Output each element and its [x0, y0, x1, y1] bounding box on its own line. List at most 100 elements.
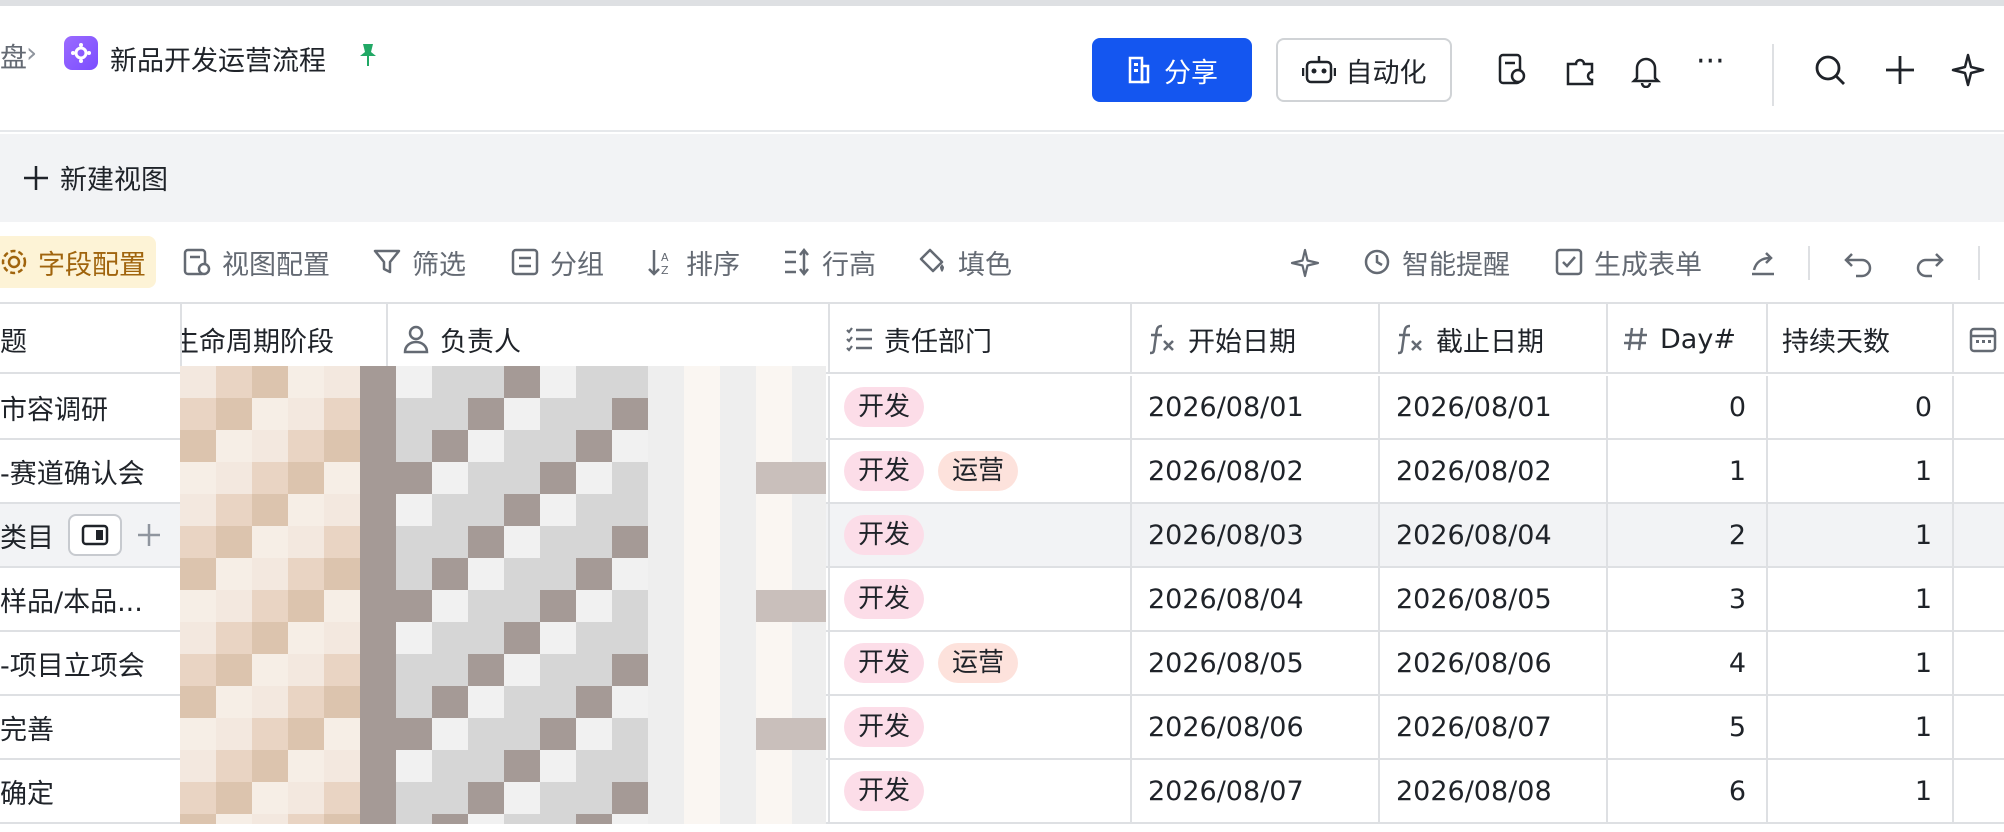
column-header-end-date[interactable]: 截止日期 — [1380, 304, 1608, 374]
more-icon[interactable]: ··· — [1696, 44, 1732, 80]
expand-record-button[interactable] — [68, 514, 122, 556]
cell-duration-text: 1 — [1914, 647, 1932, 679]
cell-title[interactable]: 市容调研 — [0, 376, 182, 438]
cell-day[interactable]: 2 — [1608, 504, 1768, 566]
cell-department[interactable]: 开发 运营 — [830, 440, 1132, 502]
generate-form-button[interactable]: 生成表单 — [1554, 236, 1702, 288]
cell-duration[interactable]: 1 — [1768, 440, 1954, 502]
cell-date-more[interactable] — [1954, 696, 2004, 758]
sort-button[interactable]: AZ 排序 — [646, 236, 740, 288]
filter-button[interactable]: 筛选 — [372, 236, 466, 288]
cell-end-date[interactable]: 2026/08/07 — [1380, 696, 1608, 758]
row-height-button[interactable]: 行高 — [782, 236, 876, 288]
field-config-button[interactable]: 字段配置 — [0, 236, 156, 288]
cell-date-more[interactable] — [1954, 504, 2004, 566]
cell-department[interactable]: 开发 — [830, 760, 1132, 822]
smart-reminder-button[interactable]: 智能提醒 — [1362, 236, 1510, 288]
paint-bucket-icon — [919, 248, 944, 273]
document-title[interactable]: 新品开发运营流程 — [110, 39, 326, 78]
cell-date-more[interactable] — [1954, 440, 2004, 502]
cell-duration[interactable]: 1 — [1768, 504, 1954, 566]
cell-department[interactable]: 开发 — [830, 696, 1132, 758]
search-icon[interactable] — [1812, 52, 1848, 88]
cell-duration[interactable]: 1 — [1768, 568, 1954, 630]
new-view-button[interactable]: 新建视图 — [22, 158, 168, 197]
cell-end-date[interactable]: 2026/08/01 — [1380, 376, 1608, 438]
add-row-icon[interactable] — [136, 522, 162, 548]
ai-sparkle-icon[interactable] — [1950, 52, 1986, 88]
column-header-lifecycle[interactable]: 生命周期阶段 — [182, 304, 388, 374]
cell-title[interactable]: 确定 — [0, 760, 182, 822]
cell-duration-text: 1 — [1914, 519, 1932, 551]
cell-start-date[interactable]: 2026/08/01 — [1132, 376, 1380, 438]
cell-date-more[interactable] — [1954, 568, 2004, 630]
cell-title[interactable]: 完善 — [0, 696, 182, 758]
pin-icon[interactable] — [356, 42, 380, 72]
cell-day[interactable]: 4 — [1608, 632, 1768, 694]
cell-department[interactable]: 开发 — [830, 504, 1132, 566]
redaction-block — [648, 622, 684, 654]
share-label: 分享 — [1164, 57, 1218, 89]
view-config-icon — [183, 248, 211, 276]
redaction-block — [720, 430, 756, 462]
automation-button[interactable]: 自动化 — [1276, 38, 1452, 102]
share-out-icon[interactable] — [1748, 248, 1778, 278]
person-icon — [403, 325, 429, 354]
redaction-block — [180, 462, 216, 494]
cell-title[interactable]: 类目 — [0, 504, 182, 566]
cell-start-date[interactable]: 2026/08/04 — [1132, 568, 1380, 630]
view-config-button[interactable]: 视图配置 — [182, 236, 330, 288]
cell-day[interactable]: 1 — [1608, 440, 1768, 502]
cell-start-date[interactable]: 2026/08/05 — [1132, 632, 1380, 694]
redaction-block — [252, 814, 288, 824]
cell-end-date[interactable]: 2026/08/06 — [1380, 632, 1608, 694]
cell-day[interactable]: 3 — [1608, 568, 1768, 630]
column-header-owner[interactable]: 负责人 — [388, 304, 830, 374]
cell-date-more[interactable] — [1954, 760, 2004, 822]
column-header-duration[interactable]: 持续天数 — [1768, 304, 1954, 374]
plugin-icon[interactable] — [1562, 52, 1598, 88]
add-icon[interactable] — [1882, 52, 1918, 88]
share-button[interactable]: 分享 — [1092, 38, 1252, 102]
cell-title[interactable]: -赛道确认会 — [0, 440, 182, 502]
redaction-block — [684, 622, 720, 654]
group-button[interactable]: 分组 — [510, 236, 604, 288]
redo-icon[interactable] — [1914, 248, 1946, 278]
cell-title[interactable]: 样品/本品... — [0, 568, 182, 630]
bell-icon[interactable] — [1628, 52, 1664, 88]
cell-title[interactable]: -项目立项会 — [0, 632, 182, 694]
cell-end-date[interactable]: 2026/08/08 — [1380, 760, 1608, 822]
column-header-start-date[interactable]: 开始日期 — [1132, 304, 1380, 374]
cell-department[interactable]: 开发 — [830, 376, 1132, 438]
document-info-icon[interactable] — [1494, 52, 1530, 88]
cell-duration[interactable]: 1 — [1768, 632, 1954, 694]
column-header-date-more[interactable] — [1954, 304, 2004, 374]
cell-department[interactable]: 开发 运营 — [830, 632, 1132, 694]
cell-date-more[interactable] — [1954, 632, 2004, 694]
cell-end-date[interactable]: 2026/08/02 — [1380, 440, 1608, 502]
cell-start-date[interactable]: 2026/08/03 — [1132, 504, 1380, 566]
undo-icon[interactable] — [1842, 248, 1874, 278]
redaction-block — [396, 590, 432, 622]
ai-toolbar-icon[interactable] — [1290, 248, 1320, 278]
cell-duration[interactable]: 0 — [1768, 376, 1954, 438]
cell-start-date[interactable]: 2026/08/07 — [1132, 760, 1380, 822]
cell-day[interactable]: 0 — [1608, 376, 1768, 438]
cell-start-date[interactable]: 2026/08/06 — [1132, 696, 1380, 758]
cell-duration[interactable]: 1 — [1768, 696, 1954, 758]
cell-end-date[interactable]: 2026/08/05 — [1380, 568, 1608, 630]
column-header-department[interactable]: 责任部门 — [830, 304, 1132, 374]
cell-end-date[interactable]: 2026/08/04 — [1380, 504, 1608, 566]
cell-date-more[interactable] — [1954, 376, 2004, 438]
cell-day[interactable]: 5 — [1608, 696, 1768, 758]
group-icon — [511, 248, 539, 276]
fill-color-button[interactable]: 填色 — [918, 236, 1012, 288]
column-header-title[interactable]: 题 — [0, 304, 182, 374]
redaction-block — [756, 494, 792, 526]
column-header-day[interactable]: Day# — [1608, 304, 1768, 374]
cell-start-date[interactable]: 2026/08/02 — [1132, 440, 1380, 502]
cell-duration[interactable]: 1 — [1768, 760, 1954, 822]
cell-department[interactable]: 开发 — [830, 568, 1132, 630]
breadcrumb-parent[interactable]: 盘 — [0, 36, 27, 75]
cell-day[interactable]: 6 — [1608, 760, 1768, 822]
